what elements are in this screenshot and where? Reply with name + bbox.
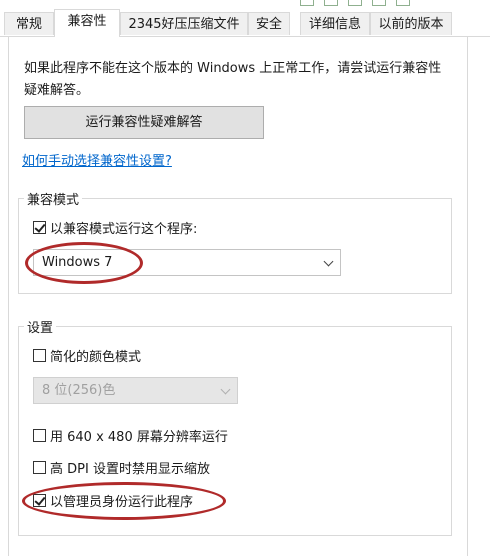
tab-previous-versions[interactable]: 以前的版本	[370, 12, 452, 35]
compat-mode-title: 兼容模式	[24, 189, 83, 208]
high-dpi-row[interactable]: 高 DPI 设置时禁用显示缩放	[33, 458, 210, 477]
resolution-640-label: 用 640 x 480 屏幕分辨率运行	[50, 430, 228, 445]
compat-os-select[interactable]: Windows 7	[33, 249, 341, 276]
run-as-admin-row[interactable]: 以管理员身份运行此程序	[33, 491, 193, 510]
top-toolbar-icons	[300, 0, 410, 8]
high-dpi-label: 高 DPI 设置时禁用显示缩放	[50, 462, 210, 477]
color-mode-value: 8 位(256)色	[42, 383, 116, 398]
tab-compatibility[interactable]: 兼容性	[54, 9, 120, 37]
manual-settings-link[interactable]: 如何手动选择兼容性设置?	[22, 150, 172, 169]
toolbar-icon	[372, 0, 386, 6]
compat-mode-row[interactable]: 以兼容模式运行这个程序:	[33, 218, 197, 237]
chevron-down-icon	[220, 384, 231, 395]
compat-description: 如果此程序不能在这个版本的 Windows 上正常工作，请尝试运行兼容性疑难解答…	[24, 61, 442, 98]
toolbar-icon	[348, 0, 362, 6]
settings-title: 设置	[24, 317, 57, 336]
reduced-color-label: 简化的颜色模式	[50, 350, 142, 365]
reduced-color-row[interactable]: 简化的颜色模式	[33, 346, 141, 365]
chevron-down-icon	[323, 256, 334, 267]
resolution-640-checkbox[interactable]	[33, 429, 46, 442]
resolution-640-row[interactable]: 用 640 x 480 屏幕分辨率运行	[33, 426, 228, 445]
tab-2345-archive[interactable]: 2345好压压缩文件	[120, 12, 248, 35]
reduced-color-checkbox[interactable]	[33, 349, 46, 362]
compat-mode-group	[18, 198, 452, 294]
toolbar-icon	[300, 0, 314, 6]
tab-security[interactable]: 安全	[248, 12, 290, 35]
compat-os-value: Windows 7	[42, 255, 113, 270]
tab-general[interactable]: 常规	[4, 12, 54, 35]
run-troubleshooter-button[interactable]: 运行兼容性疑难解答	[24, 106, 264, 139]
tab-details[interactable]: 详细信息	[300, 12, 370, 35]
toolbar-icon	[396, 0, 410, 6]
color-mode-select[interactable]: 8 位(256)色	[33, 377, 238, 404]
compat-mode-label: 以兼容模式运行这个程序:	[50, 222, 198, 237]
run-as-admin-checkbox[interactable]	[33, 494, 46, 507]
compat-mode-checkbox[interactable]	[33, 221, 46, 234]
properties-dialog: 常规 兼容性 2345好压压缩文件 安全 详细信息 以前的版本 如果此程序不能在…	[0, 0, 490, 556]
toolbar-icon	[324, 0, 338, 6]
high-dpi-checkbox[interactable]	[33, 461, 46, 474]
tab-bar: 常规 兼容性 2345好压压缩文件 安全 详细信息 以前的版本	[0, 9, 490, 37]
run-as-admin-label: 以管理员身份运行此程序	[50, 495, 194, 510]
